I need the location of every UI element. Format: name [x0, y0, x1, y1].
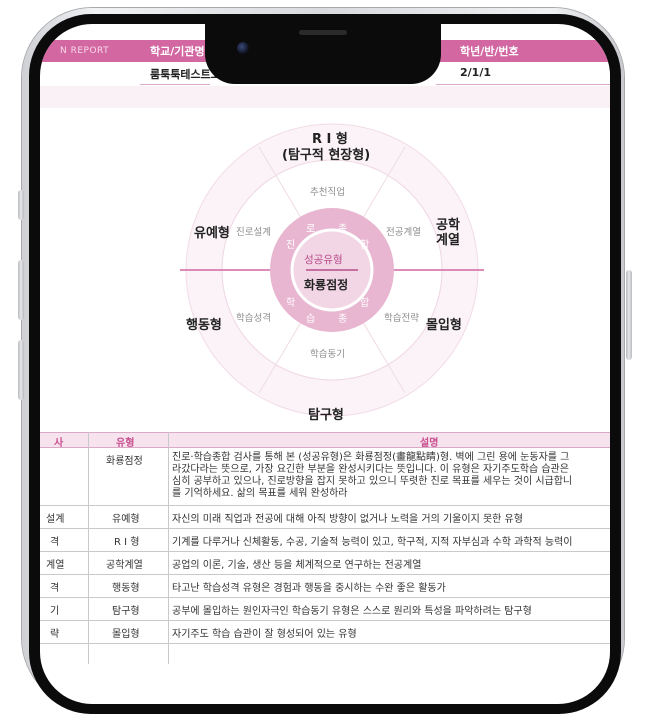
- table-row: 기 탐구형 공부에 몰입하는 원인자극인 학습동기 유형은 스스로 원리와 특성…: [40, 598, 610, 621]
- ring-char-2: 로: [306, 224, 316, 235]
- row-element: 기: [50, 606, 60, 617]
- ring-char-6: 습: [306, 314, 316, 325]
- center-label: 성공유형: [304, 254, 343, 266]
- row-type: 몰입형: [112, 629, 140, 640]
- wheel-right-type-text: 공학 계열: [436, 218, 460, 248]
- type-wheel: R I 형 (탐구적 현장형) 유예형 공학 계열 행동형 몰입형 탐구형 추천…: [40, 108, 610, 438]
- row-element: 격: [50, 537, 60, 548]
- row-element: 격: [50, 583, 60, 594]
- mute-switch: [18, 190, 24, 220]
- row-type: 화룡점정: [106, 456, 143, 467]
- inner-lower-right-label: 학습전략: [384, 313, 419, 324]
- row-desc-line: 자기주도 학습 습관이 잘 형성되어 있는 유형: [172, 629, 357, 640]
- table-row: 설계 유예형 자신의 미래 직업과 전공에 대해 아직 방향이 없거나 노력을 …: [40, 506, 610, 529]
- front-camera-icon: [237, 42, 249, 54]
- row-desc-line: 자신의 미래 직업과 전공에 대해 아직 방향이 없거나 노력을 거의 기울이지…: [172, 514, 523, 525]
- wheel-left-type: 유예형: [194, 226, 230, 241]
- ring-char-1: 진: [286, 240, 296, 251]
- volume-up-button: [18, 260, 24, 320]
- wheel-right-lower-type: 몰입형: [426, 318, 462, 333]
- inner-lower-left-label: 학습성격: [236, 313, 271, 324]
- table-row: 략 몰입형 자기주도 학습 습관이 잘 형성되어 있는 유형: [40, 621, 610, 644]
- speaker: [299, 30, 347, 35]
- phone-screen: N REPORT 학교/기관명 학년/반/번호 룸툭툭테스트고 2/1/1 R …: [40, 24, 610, 704]
- wheel-right-type: 공학 계열: [436, 218, 460, 248]
- row-element: 설계: [46, 514, 65, 525]
- row-desc-line: 를 기억하세요. 삶의 목표를 세워 완성하라: [172, 488, 348, 499]
- wheel-bottom-type: 탐구형: [308, 408, 344, 423]
- ring-char-7: 종: [338, 314, 348, 325]
- row-type: R I 형: [114, 537, 140, 548]
- ring-char-3: 종: [338, 224, 348, 235]
- table-row: 격 R I 형 기계를 다루거나 신체활동, 수공, 기술적 능력이 있고, 학…: [40, 529, 610, 552]
- table-row: 격 행동형 타고난 학습성격 유형은 경험과 행동을 중시하는 수완 좋은 활동…: [40, 575, 610, 598]
- wheel-left-lower-type: 행동형: [186, 318, 222, 333]
- table-header: 사 유형 설명: [40, 432, 610, 449]
- row-type: 탐구형: [112, 606, 140, 617]
- row-element: 략: [50, 629, 60, 640]
- ring-char-4: 합: [360, 240, 370, 251]
- inner-bottom-label: 학습동기: [310, 349, 345, 360]
- notch: [205, 24, 441, 84]
- inner-top-label: 추천직업: [310, 187, 345, 198]
- wheel-top-type-sub: (탐구적 현장형): [282, 148, 371, 163]
- table-row: 계열 공학계열 공업의 이론, 기술, 생산 등을 체계적으로 연구하는 전공계…: [40, 552, 610, 575]
- inner-right-label: 전공계열: [386, 227, 421, 238]
- row-desc-line: 기계를 다루거나 신체활동, 수공, 기술적 능력이 있고, 학구적, 지적 자…: [172, 537, 573, 548]
- class-value: 2/1/1: [460, 66, 491, 79]
- ring-char-8: 합: [360, 298, 370, 309]
- table-row: 화룡점정 진로·학습종합 검사를 통해 본 (성공유형)은 화룡점정(畫龍點睛)…: [40, 447, 610, 506]
- row-type: 유예형: [112, 514, 140, 525]
- report-label: N REPORT: [60, 46, 110, 56]
- row-type: 행동형: [112, 583, 140, 594]
- center-value: 화룡점정: [304, 278, 349, 292]
- volume-down-button: [18, 340, 24, 400]
- row-desc-line: 공업의 이론, 기술, 생산 등을 체계적으로 연구하는 전공계열: [172, 560, 422, 571]
- row-desc-line: 타고난 학습성격 유형은 경험과 행동을 중시하는 수완 좋은 활동가: [172, 583, 446, 594]
- row-element: 계열: [46, 560, 65, 571]
- school-label: 학교/기관명: [150, 45, 205, 58]
- power-button: [626, 270, 632, 360]
- header-stripe: [40, 86, 610, 108]
- ring-char-5: 학: [286, 298, 296, 309]
- row-desc-line: 공부에 몰입하는 원인자극인 학습동기 유형은 스스로 원리와 특성을 파악하려…: [172, 606, 532, 617]
- inner-left-label: 진로설계: [236, 227, 271, 238]
- class-label: 학년/반/번호: [460, 45, 519, 58]
- row-type: 공학계열: [106, 560, 143, 571]
